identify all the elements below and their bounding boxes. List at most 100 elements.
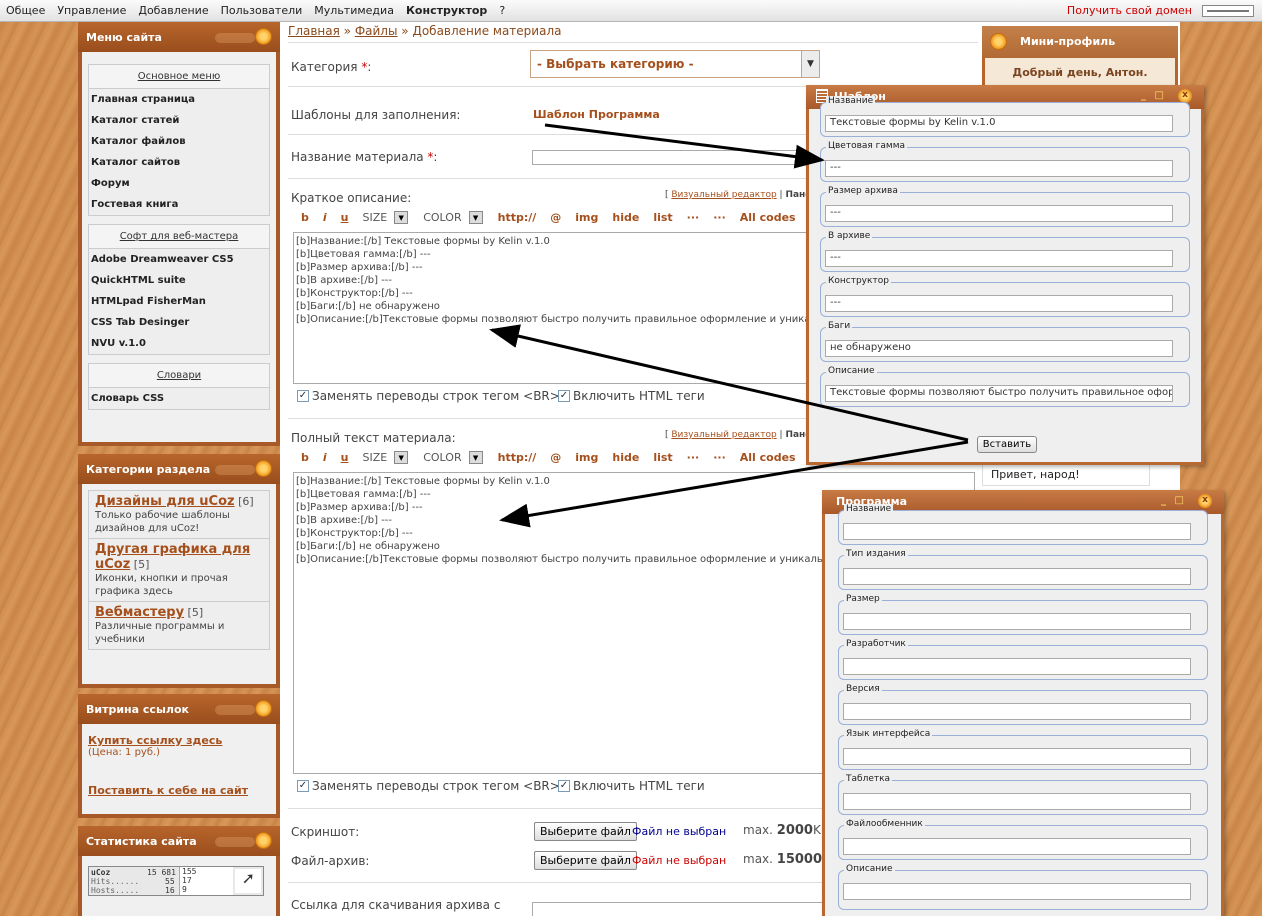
get-domain-link[interactable]: Получить свой домен [1067, 4, 1192, 17]
program-filehost-input[interactable] [843, 838, 1191, 855]
menu-item-articles[interactable]: Каталог статей [89, 110, 269, 131]
category-select[interactable]: - Выбрать категорию - ▼ [530, 50, 820, 78]
template-link-template[interactable]: Шаблон [533, 108, 585, 121]
template-contents-input[interactable]: --- [825, 250, 1173, 267]
visual-editor-link[interactable]: Визуальный редактор [671, 430, 776, 440]
menu-item-quickhtml[interactable]: QuickHTML suite [89, 270, 269, 291]
menu-item-nvu[interactable]: NVU v.1.0 [89, 333, 269, 354]
more-button[interactable]: ··· [680, 451, 707, 464]
dict-menu-heading[interactable]: Словари [89, 364, 269, 388]
insert-button[interactable]: Вставить [977, 436, 1037, 453]
underline-button[interactable]: u [334, 211, 356, 224]
template-bugs-input[interactable]: не обнаружено [825, 340, 1173, 357]
close-button[interactable]: x [1178, 89, 1192, 103]
italic-button[interactable]: i [316, 211, 334, 224]
email-button[interactable]: @ [543, 451, 568, 464]
url-button[interactable]: http:// [491, 451, 544, 464]
main-menu-section: Основное меню Главная страница Каталог с… [88, 64, 270, 216]
size-dropdown[interactable]: ▼ [394, 211, 409, 224]
maximize-button[interactable]: □ [1175, 495, 1184, 506]
visual-editor-link[interactable]: Визуальный редактор [671, 190, 776, 200]
hide-button[interactable]: hide [605, 211, 646, 224]
template-name-input[interactable]: Текстовые формы by Kelin v.1.0 [825, 115, 1173, 132]
soft-menu-heading[interactable]: Софт для веб-мастера [89, 225, 269, 249]
italic-button[interactable]: i [316, 451, 334, 464]
url-button[interactable]: http:// [491, 211, 544, 224]
menu-item-csstab[interactable]: CSS Tab Desinger [89, 312, 269, 333]
all-codes-button[interactable]: All codes [733, 211, 803, 224]
checkbox-checked-icon[interactable]: ✓ [558, 780, 570, 792]
more-button[interactable]: ··· [706, 211, 733, 224]
more-button[interactable]: ··· [706, 451, 733, 464]
site-counter[interactable]: uCoz 15 681 Hits...... 55 Hosts..... 16 … [88, 866, 264, 896]
bold-button[interactable]: b [294, 451, 316, 464]
menu-constructor[interactable]: Конструктор [400, 4, 493, 17]
screenshot-choose-button[interactable]: Выберите файл [534, 822, 637, 841]
full-br-checkbox[interactable]: ✓ Заменять переводы строк тегом <BR> [297, 779, 560, 793]
menu-manage[interactable]: Управление [51, 4, 132, 17]
all-codes-button[interactable]: All codes [733, 451, 803, 464]
archive-choose-button[interactable]: Выберите файл [534, 851, 637, 870]
menu-item-forum[interactable]: Форум [89, 173, 269, 194]
menu-item-files[interactable]: Каталог файлов [89, 131, 269, 152]
program-description-input[interactable] [843, 883, 1191, 900]
program-crack-input[interactable] [843, 793, 1191, 810]
checkbox-checked-icon[interactable]: ✓ [297, 780, 309, 792]
menu-item-htmlpad[interactable]: HTMLpad FisherMan [89, 291, 269, 312]
breadcrumb-home[interactable]: Главная [288, 24, 340, 38]
topbar-slider[interactable] [1202, 5, 1254, 17]
program-name-input[interactable] [843, 523, 1191, 540]
menu-users[interactable]: Пользователи [215, 4, 309, 17]
program-edition-input[interactable] [843, 568, 1191, 585]
minimize-button[interactable]: _ [1141, 90, 1146, 101]
more-button[interactable]: ··· [680, 211, 707, 224]
img-button[interactable]: img [568, 451, 605, 464]
color-dropdown[interactable]: ▼ [468, 451, 483, 464]
main-menu-heading[interactable]: Основное меню [89, 65, 269, 89]
template-link-program[interactable]: Программа [589, 108, 660, 121]
program-language-input[interactable] [843, 748, 1191, 765]
menu-item-dreamweaver[interactable]: Adobe Dreamweaver CS5 [89, 249, 269, 270]
short-br-checkbox[interactable]: ✓ Заменять переводы строк тегом <BR> [297, 389, 560, 403]
menu-item-home[interactable]: Главная страница [89, 89, 269, 110]
program-developer-input[interactable] [843, 658, 1191, 675]
breadcrumb-files[interactable]: Файлы [355, 24, 398, 38]
hide-button[interactable]: hide [605, 451, 646, 464]
screenshot-label: Скриншот: [291, 825, 360, 839]
short-editor-links: [ Визуальный редактор | Панел [665, 190, 818, 200]
menu-multimedia[interactable]: Мультимедиа [308, 4, 400, 17]
program-size-input[interactable] [843, 613, 1191, 630]
place-link[interactable]: Поставить к себе на сайт [88, 784, 270, 797]
list-button[interactable]: list [646, 211, 679, 224]
menu-item-sites[interactable]: Каталог сайтов [89, 152, 269, 173]
menu-item-css-dict[interactable]: Словарь CSS [89, 388, 269, 409]
list-button[interactable]: list [646, 451, 679, 464]
full-html-checkbox[interactable]: ✓ Включить HTML теги [558, 779, 705, 793]
template-description-input[interactable]: Текстовые формы позволяют быстро получит… [825, 385, 1173, 402]
menu-general[interactable]: Общее [0, 4, 51, 17]
short-html-checkbox[interactable]: ✓ Включить HTML теги [558, 389, 705, 403]
menu-help[interactable]: ? [493, 4, 511, 17]
menu-add[interactable]: Добавление [132, 4, 214, 17]
bold-button[interactable]: b [294, 211, 316, 224]
buy-link[interactable]: Купить ссылку здесь [88, 734, 270, 747]
program-version-input[interactable] [843, 703, 1191, 720]
underline-button[interactable]: u [334, 451, 356, 464]
size-dropdown[interactable]: ▼ [394, 451, 409, 464]
maximize-button[interactable]: □ [1155, 90, 1164, 101]
minimize-button[interactable]: _ [1161, 495, 1166, 506]
color-dropdown[interactable]: ▼ [468, 211, 483, 224]
template-size-input[interactable]: --- [825, 205, 1173, 222]
template-constructor-input[interactable]: --- [825, 295, 1173, 312]
email-button[interactable]: @ [543, 211, 568, 224]
img-button[interactable]: img [568, 211, 605, 224]
category-link[interactable]: Другая графика для uCoz [95, 542, 250, 572]
checkbox-checked-icon[interactable]: ✓ [297, 390, 309, 402]
close-button[interactable]: x [1198, 494, 1212, 508]
category-link[interactable]: Вебмастеру [95, 605, 184, 620]
category-link[interactable]: Дизайны для uCoz [95, 494, 235, 509]
checkbox-checked-icon[interactable]: ✓ [558, 390, 570, 402]
chevron-down-icon[interactable]: ▼ [801, 51, 819, 77]
menu-item-guestbook[interactable]: Гостевая книга [89, 194, 269, 215]
template-colors-input[interactable]: --- [825, 160, 1173, 177]
